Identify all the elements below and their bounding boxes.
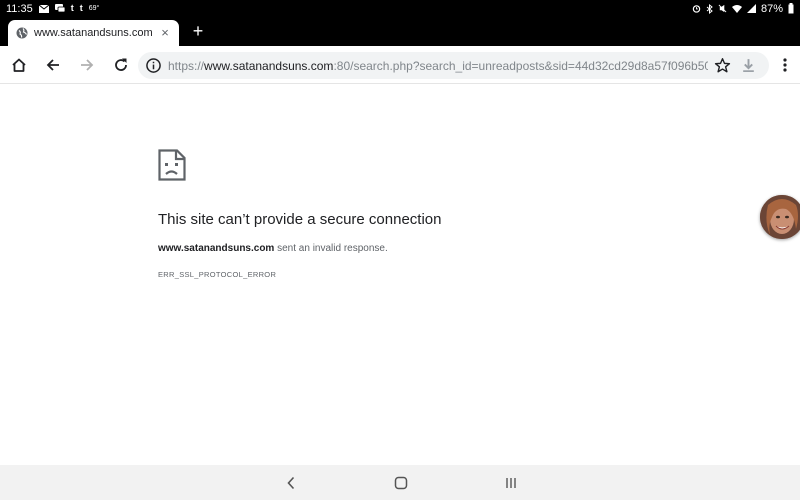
- signal-icon: [746, 4, 756, 13]
- error-host: www.satanandsuns.com: [158, 243, 275, 254]
- home-square-icon: [394, 476, 408, 490]
- chat-head-avatar[interactable]: [760, 195, 800, 239]
- android-status-bar: 11:35 t t 69° 87%: [0, 0, 800, 17]
- download-icon[interactable]: [740, 57, 757, 74]
- globe-icon: [16, 27, 28, 39]
- error-title: This site can’t provide a secure connect…: [158, 211, 442, 228]
- url-text[interactable]: https://www.satanandsuns.com:80/search.p…: [168, 59, 708, 73]
- error-code: ERR_SSL_PROTOCOL_ERROR: [158, 270, 277, 279]
- android-nav-bar: [0, 465, 800, 500]
- mute-icon: [718, 4, 727, 13]
- star-icon[interactable]: [714, 57, 731, 74]
- info-icon[interactable]: [146, 58, 161, 73]
- home-button[interactable]: [8, 54, 30, 76]
- avatar-photo: [760, 195, 800, 239]
- tab-strip: www.satanandsuns.com × +: [0, 17, 800, 46]
- wifi-icon: [731, 5, 742, 13]
- menu-button[interactable]: [774, 54, 796, 76]
- status-right: 87%: [692, 3, 794, 15]
- weather-temp: 69°: [88, 5, 100, 12]
- bluetooth-icon: [706, 3, 713, 14]
- battery-icon: [788, 3, 794, 14]
- status-left: 11:35 t t 69°: [6, 3, 99, 15]
- url-path: :80/search.php?search_id=unreadposts&sid…: [333, 58, 708, 73]
- tumblr-icon: t: [79, 3, 83, 13]
- new-tab-button[interactable]: +: [189, 22, 207, 40]
- back-button[interactable]: [42, 54, 64, 76]
- reload-icon: [115, 58, 127, 71]
- url-scheme: https://: [168, 58, 205, 73]
- alarm-icon: [692, 5, 701, 13]
- nav-recents-button[interactable]: [502, 474, 520, 492]
- address-bar[interactable]: https://www.satanandsuns.com:80/search.p…: [138, 52, 769, 79]
- reload-button[interactable]: [110, 54, 132, 76]
- page-content: This site can’t provide a secure connect…: [0, 85, 800, 465]
- browser-tab[interactable]: www.satanandsuns.com ×: [8, 20, 179, 46]
- error-description: www.satanandsuns.com sent an invalid res…: [158, 243, 388, 254]
- nav-home-button[interactable]: [392, 474, 410, 492]
- forward-button[interactable]: [76, 54, 98, 76]
- sad-document-icon: [158, 149, 186, 181]
- error-message: sent an invalid response.: [274, 243, 388, 254]
- battery-percent: 87%: [760, 2, 783, 15]
- arrow-left-icon: [46, 59, 59, 71]
- more-vert-icon: [783, 58, 787, 72]
- chevron-left-icon: [287, 476, 295, 490]
- mail-icon: [38, 4, 49, 13]
- tab-title: www.satanandsuns.com: [34, 27, 153, 39]
- recents-icon: [506, 478, 516, 488]
- nav-back-button[interactable]: [282, 474, 300, 492]
- tab-close-icon[interactable]: ×: [159, 26, 171, 39]
- url-host: www.satanandsuns.com: [204, 58, 334, 73]
- chat-icon: [54, 4, 65, 13]
- tumblr-icon: t: [70, 3, 74, 13]
- status-time: 11:35: [6, 2, 33, 15]
- home-icon: [12, 58, 26, 72]
- browser-toolbar: https://www.satanandsuns.com:80/search.p…: [0, 46, 800, 84]
- arrow-right-icon: [81, 59, 94, 71]
